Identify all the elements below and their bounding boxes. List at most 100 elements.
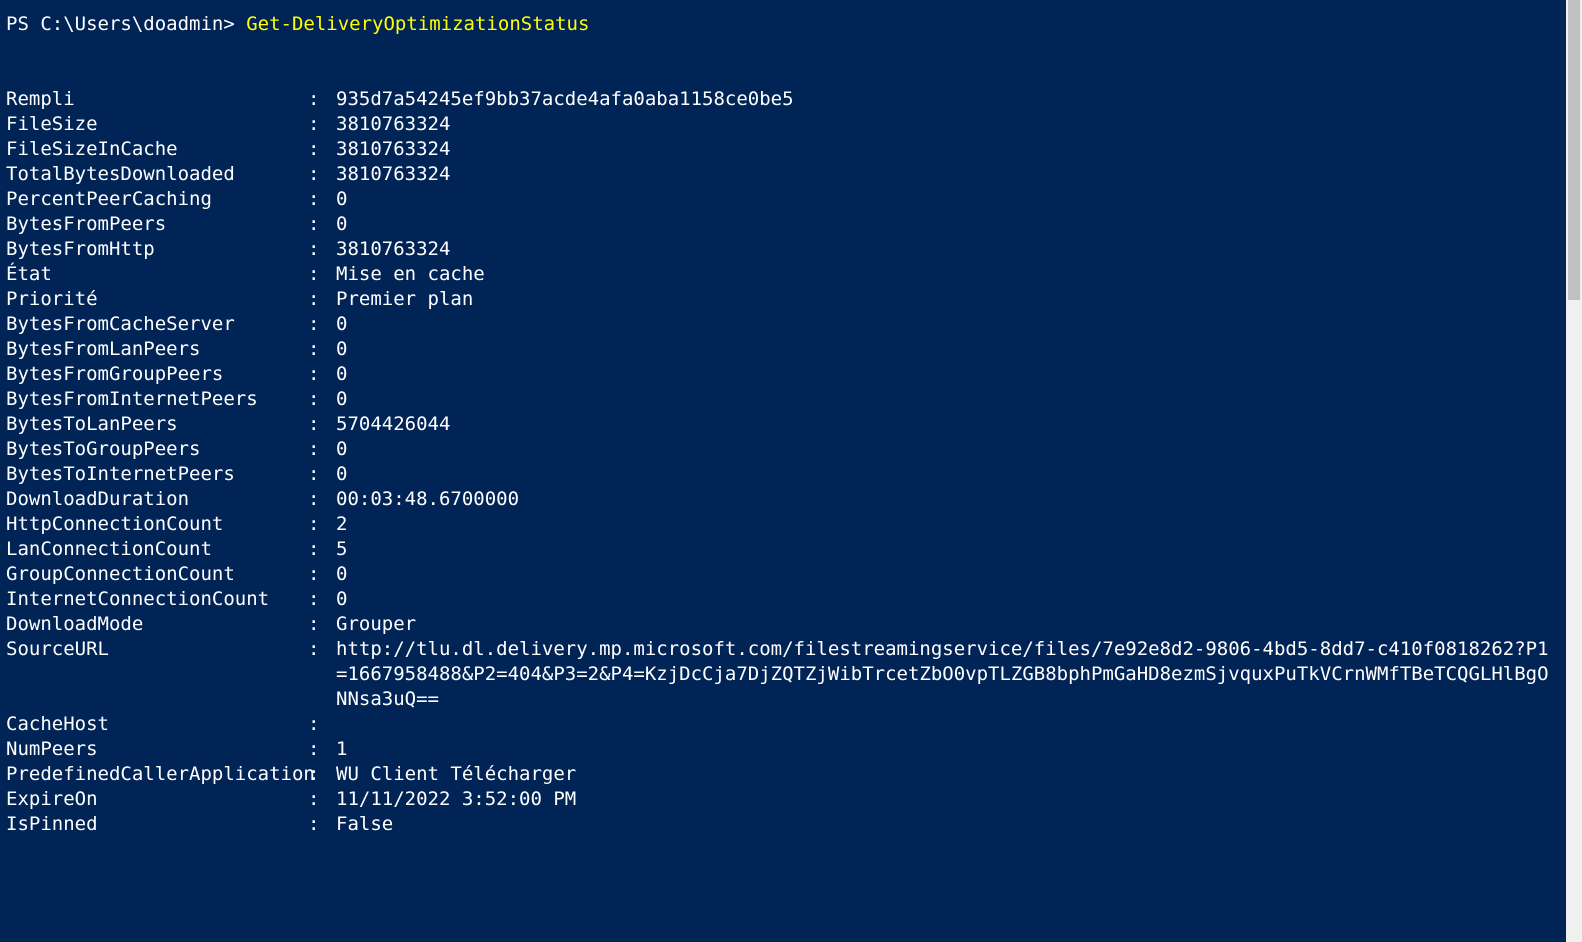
separator: : (308, 212, 332, 237)
output-row: BytesFromCacheServer:0 (6, 312, 1576, 337)
separator: : (308, 712, 332, 737)
output-row: IsPinned: False (6, 812, 1576, 837)
property-key: LanConnectionCount (6, 537, 308, 562)
property-value: 935d7a54245ef9bb37acde4afa0aba1158ce0be5 (332, 87, 1576, 112)
property-key: SourceURL (6, 637, 308, 662)
separator: : (308, 237, 332, 262)
property-value: Premier plan (332, 287, 1576, 312)
separator: : (308, 512, 332, 537)
property-key: ExpireOn (6, 787, 308, 812)
separator: : (308, 812, 332, 837)
separator: : (308, 187, 332, 212)
prompt-line: PS C:\Users\doadmin> Get-DeliveryOptimiz… (6, 12, 1576, 37)
output-row: InternetConnectionCount:0 (6, 587, 1576, 612)
prompt-path: PS C:\Users\doadmin> (6, 13, 246, 35)
property-value: 0 (332, 187, 1576, 212)
property-value: 3810763324 (332, 112, 1576, 137)
property-key: DownloadMode (6, 612, 308, 637)
vertical-scrollbar[interactable] (1566, 0, 1582, 942)
output-row: BytesToGroupPeers:0 (6, 437, 1576, 462)
property-value: 0 (332, 337, 1576, 362)
output-row: GroupConnectionCount:0 (6, 562, 1576, 587)
property-key: PredefinedCallerApplication (6, 762, 308, 787)
property-key: Priorité (6, 287, 308, 312)
output-row: BytesFromHttp:3810763324 (6, 237, 1576, 262)
property-key: BytesToLanPeers (6, 412, 308, 437)
property-value: Mise en cache (332, 262, 1576, 287)
property-key: CacheHost (6, 712, 308, 737)
output-row: HttpConnectionCount:2 (6, 512, 1576, 537)
separator: : (308, 612, 332, 637)
output-block: Rempli:935d7a54245ef9bb37acde4afa0aba115… (6, 87, 1576, 837)
separator: : (308, 87, 332, 112)
output-row: BytesToLanPeers:5704426044 (6, 412, 1576, 437)
output-row: BytesFromLanPeers:0 (6, 337, 1576, 362)
output-row: FileSize:3810763324 (6, 112, 1576, 137)
separator: : (308, 437, 332, 462)
property-key: FileSizeInCache (6, 137, 308, 162)
separator: : (308, 287, 332, 312)
property-value: 1 (332, 737, 1576, 762)
output-row: LanConnectionCount:5 (6, 537, 1576, 562)
property-key: BytesFromHttp (6, 237, 308, 262)
output-row: NumPeers:1 (6, 737, 1576, 762)
property-value: 2 (332, 512, 1576, 537)
prompt-command: Get-DeliveryOptimizationStatus (246, 13, 589, 35)
separator: : (308, 112, 332, 137)
property-value: 5704426044 (332, 412, 1576, 437)
separator: : (308, 412, 332, 437)
property-value: 3810763324 (332, 162, 1576, 187)
property-key: HttpConnectionCount (6, 512, 308, 537)
output-row: TotalBytesDownloaded:3810763324 (6, 162, 1576, 187)
output-row: SourceURL:http://tlu.dl.delivery.mp.micr… (6, 637, 1576, 712)
property-value: Grouper (332, 612, 1576, 637)
property-value: 3810763324 (332, 137, 1576, 162)
output-row: BytesToInternetPeers:0 (6, 462, 1576, 487)
separator: : (308, 387, 332, 412)
separator: : (308, 312, 332, 337)
property-key: TotalBytesDownloaded (6, 162, 308, 187)
output-row: DownloadMode:Grouper (6, 612, 1576, 637)
property-key: BytesToInternetPeers (6, 462, 308, 487)
property-key: IsPinned (6, 812, 308, 837)
separator: : (308, 587, 332, 612)
property-value: WU Client Télécharger (332, 762, 1576, 787)
property-key: BytesFromGroupPeers (6, 362, 308, 387)
separator: : (308, 162, 332, 187)
separator: : (308, 637, 332, 662)
property-value: 0 (332, 387, 1576, 412)
property-value: 0 (332, 437, 1576, 462)
property-key: BytesToGroupPeers (6, 437, 308, 462)
separator: : (308, 362, 332, 387)
property-key: État (6, 262, 308, 287)
separator: : (308, 337, 332, 362)
property-value: 3810763324 (332, 237, 1576, 262)
separator: : (308, 137, 332, 162)
separator: : (308, 537, 332, 562)
property-value: 11/11/2022 3:52:00 PM (332, 787, 1576, 812)
property-value: 0 (332, 312, 1576, 337)
property-value: http://tlu.dl.delivery.mp.microsoft.com/… (332, 637, 1576, 712)
scrollbar-thumb[interactable] (1568, 0, 1580, 300)
separator: : (308, 562, 332, 587)
property-value: 0 (332, 587, 1576, 612)
property-value: 00:03:48.6700000 (332, 487, 1576, 512)
property-key: BytesFromCacheServer (6, 312, 308, 337)
output-row: État:Mise en cache (6, 262, 1576, 287)
output-row: BytesFromInternetPeers:0 (6, 387, 1576, 412)
property-key: FileSize (6, 112, 308, 137)
property-key: BytesFromLanPeers (6, 337, 308, 362)
property-key: DownloadDuration (6, 487, 308, 512)
output-row: BytesFromPeers:0 (6, 212, 1576, 237)
property-key: Rempli (6, 87, 308, 112)
output-row: Rempli:935d7a54245ef9bb37acde4afa0aba115… (6, 87, 1576, 112)
property-key: NumPeers (6, 737, 308, 762)
separator: : (308, 787, 332, 812)
property-value: False (332, 812, 1576, 837)
output-row: ExpireOn:11/11/2022 3:52:00 PM (6, 787, 1576, 812)
property-value: 0 (332, 362, 1576, 387)
output-row: BytesFromGroupPeers:0 (6, 362, 1576, 387)
separator: : (308, 487, 332, 512)
separator: : (308, 737, 332, 762)
output-row: PredefinedCallerApplication:WU Client Té… (6, 762, 1576, 787)
